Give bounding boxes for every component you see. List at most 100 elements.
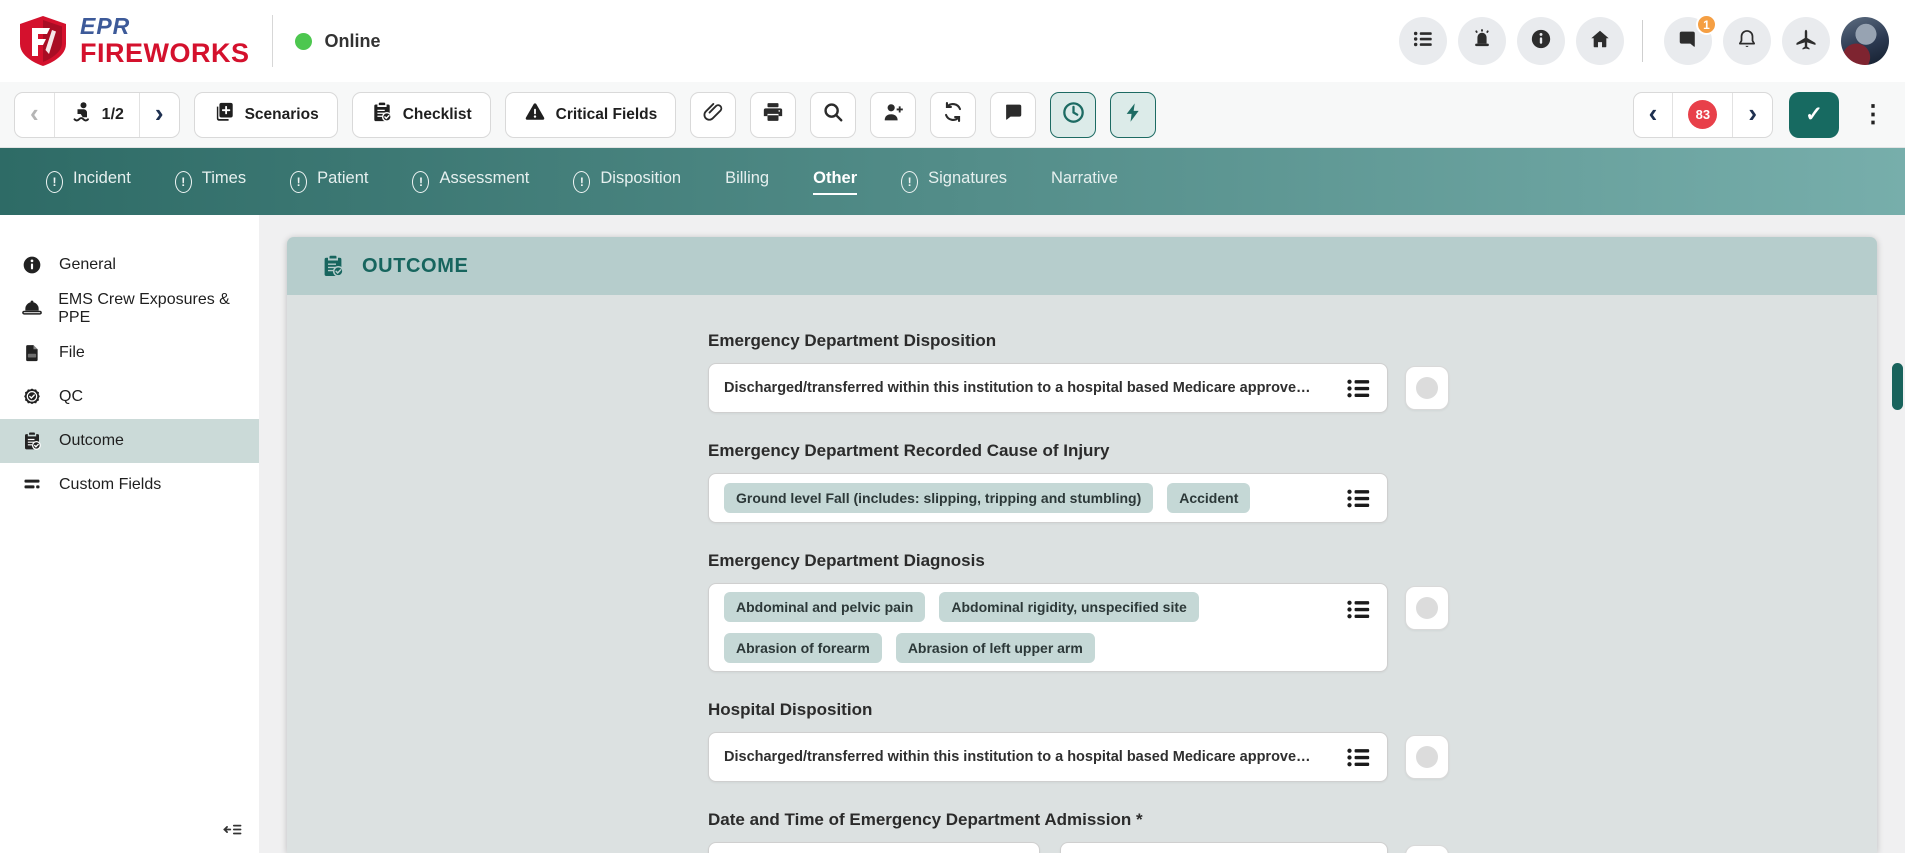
quick-actions-button[interactable] bbox=[1110, 92, 1156, 138]
selected-value-chip[interactable]: Abrasion of left upper arm bbox=[896, 633, 1095, 663]
logo-text-epr: EPR bbox=[80, 15, 250, 38]
attachments-button[interactable] bbox=[690, 92, 736, 138]
scrollbar-thumb[interactable] bbox=[1892, 363, 1903, 410]
tab-signatures[interactable]: !Signatures bbox=[901, 169, 1007, 195]
printer-icon bbox=[762, 101, 784, 128]
sidebar-item-qc[interactable]: QC bbox=[0, 375, 259, 419]
home-button[interactable] bbox=[1576, 17, 1624, 65]
validation-count[interactable]: 83 bbox=[1672, 93, 1732, 137]
tab-assessment[interactable]: !Assessment bbox=[412, 169, 529, 195]
critical-fields-button[interactable]: Critical Fields bbox=[505, 92, 677, 138]
record-pager[interactable]: 1/2 bbox=[54, 93, 139, 137]
collapse-sidebar-icon bbox=[222, 827, 243, 844]
field-label: Emergency Department Disposition bbox=[708, 331, 1877, 351]
tab-narrative[interactable]: Narrative bbox=[1051, 169, 1118, 195]
field-hospital-disposition: Hospital Disposition Discharged/transfer… bbox=[708, 700, 1877, 782]
info-button[interactable] bbox=[1517, 17, 1565, 65]
patient-icon bbox=[70, 100, 94, 129]
list-picker-icon[interactable] bbox=[1345, 744, 1372, 771]
airplane-icon bbox=[1794, 27, 1818, 56]
ed-admission-date-input[interactable]: 11/14/2025 bbox=[708, 842, 1040, 853]
more-options-button[interactable]: ⋮ bbox=[1855, 100, 1891, 129]
checkmark-icon: ✓ bbox=[1805, 102, 1823, 127]
field-status-toggle[interactable] bbox=[1405, 366, 1449, 410]
tab-times[interactable]: !Times bbox=[175, 169, 246, 195]
tab-disposition[interactable]: !Disposition bbox=[573, 169, 681, 195]
previous-record-button[interactable]: ‹ bbox=[15, 93, 54, 137]
selected-value-chip[interactable]: Abdominal and pelvic pain bbox=[724, 592, 925, 622]
refresh-icon bbox=[942, 101, 964, 128]
chat-bubble-icon bbox=[1677, 28, 1699, 55]
menu-list-button[interactable] bbox=[1399, 17, 1447, 65]
validation-badge: 83 bbox=[1688, 100, 1717, 129]
field-cause-of-injury: Emergency Department Recorded Cause of I… bbox=[708, 441, 1877, 523]
print-button[interactable] bbox=[750, 92, 796, 138]
ed-disposition-input[interactable]: Discharged/transferred within this insti… bbox=[708, 363, 1388, 413]
list-picker-icon[interactable] bbox=[1345, 596, 1372, 623]
validation-pager-control: ‹ 83 › bbox=[1633, 92, 1773, 138]
messages-button[interactable]: 1 bbox=[1664, 17, 1712, 65]
field-status-toggle[interactable] bbox=[1405, 586, 1449, 630]
field-status-toggle[interactable] bbox=[1405, 845, 1449, 853]
time-log-button[interactable] bbox=[1050, 92, 1096, 138]
kebab-icon: ⋮ bbox=[1861, 101, 1885, 128]
section-title: OUTCOME bbox=[362, 255, 468, 278]
list-picker-icon[interactable] bbox=[1345, 485, 1372, 512]
next-record-button[interactable]: › bbox=[139, 93, 179, 137]
previous-issue-button[interactable]: ‹ bbox=[1634, 93, 1673, 137]
scenarios-button[interactable]: Scenarios bbox=[194, 92, 338, 138]
tab-billing[interactable]: Billing bbox=[725, 169, 769, 195]
info-icon bbox=[21, 255, 43, 275]
cause-of-injury-input[interactable]: Ground level Fall (includes: slipping, t… bbox=[708, 473, 1388, 523]
clipboard-check-icon bbox=[21, 431, 43, 451]
list-picker-icon[interactable] bbox=[1345, 375, 1372, 402]
record-pager-control: ‹ 1/2 › bbox=[14, 92, 180, 138]
selected-value-chip[interactable]: Ground level Fall (includes: slipping, t… bbox=[724, 483, 1153, 513]
field-ed-diagnosis: Emergency Department Diagnosis Abdominal… bbox=[708, 551, 1877, 672]
field-ed-disposition: Emergency Department Disposition Dischar… bbox=[708, 331, 1877, 413]
notifications-button[interactable] bbox=[1723, 17, 1771, 65]
scenarios-label: Scenarios bbox=[245, 106, 319, 124]
top-bar: EPR FIREWORKS Online bbox=[0, 0, 1905, 82]
tab-patient[interactable]: !Patient bbox=[290, 169, 368, 195]
hospital-disposition-input[interactable]: Discharged/transferred within this insti… bbox=[708, 732, 1388, 782]
connection-status: Online bbox=[295, 31, 381, 52]
critical-fields-label: Critical Fields bbox=[556, 106, 658, 124]
outcome-section-header: OUTCOME bbox=[287, 237, 1877, 295]
other-section-sidebar: General EMS Crew Exposures & PPE File QC bbox=[0, 215, 259, 853]
sidebar-item-ems-crew-exposures[interactable]: EMS Crew Exposures & PPE bbox=[0, 287, 259, 331]
warning-icon: ! bbox=[175, 171, 192, 193]
scrollbar-track[interactable] bbox=[1877, 215, 1905, 853]
add-crew-button[interactable] bbox=[870, 92, 916, 138]
field-status-toggle[interactable] bbox=[1405, 735, 1449, 779]
sync-button[interactable] bbox=[930, 92, 976, 138]
sidebar-item-custom-fields[interactable]: Custom Fields bbox=[0, 463, 259, 507]
ed-admission-time-input[interactable]: 15:02:09 bbox=[1060, 842, 1388, 853]
warning-icon: ! bbox=[412, 171, 429, 193]
tab-other[interactable]: Other bbox=[813, 169, 857, 195]
next-issue-button[interactable]: › bbox=[1732, 93, 1772, 137]
checklist-label: Checklist bbox=[403, 106, 472, 124]
warning-icon: ! bbox=[46, 171, 63, 193]
selected-value-chip[interactable]: Abdominal rigidity, unspecified site bbox=[939, 592, 1198, 622]
alerts-button[interactable] bbox=[1458, 17, 1506, 65]
selected-value-chip[interactable]: Abrasion of forearm bbox=[724, 633, 882, 663]
transport-button[interactable] bbox=[1782, 17, 1830, 65]
messages-badge: 1 bbox=[1696, 14, 1717, 35]
bell-icon bbox=[1736, 28, 1758, 55]
save-confirm-button[interactable]: ✓ bbox=[1789, 92, 1839, 138]
search-button[interactable] bbox=[810, 92, 856, 138]
collapse-sidebar-button[interactable] bbox=[222, 819, 243, 845]
comments-button[interactable] bbox=[990, 92, 1036, 138]
ed-disposition-value: Discharged/transferred within this insti… bbox=[724, 380, 1311, 396]
user-avatar[interactable] bbox=[1841, 17, 1889, 65]
selected-value-chip[interactable]: Accident bbox=[1167, 483, 1250, 513]
field-label: Emergency Department Diagnosis bbox=[708, 551, 1877, 571]
tab-incident[interactable]: !Incident bbox=[46, 169, 131, 195]
sidebar-item-general[interactable]: General bbox=[0, 243, 259, 287]
checklist-button[interactable]: Checklist bbox=[352, 92, 491, 138]
sidebar-item-outcome[interactable]: Outcome bbox=[0, 419, 259, 463]
field-label: Date and Time of Emergency Department Ad… bbox=[708, 810, 1877, 830]
ed-diagnosis-input[interactable]: Abdominal and pelvic pain Abdominal rigi… bbox=[708, 583, 1388, 672]
sidebar-item-file[interactable]: File bbox=[0, 331, 259, 375]
